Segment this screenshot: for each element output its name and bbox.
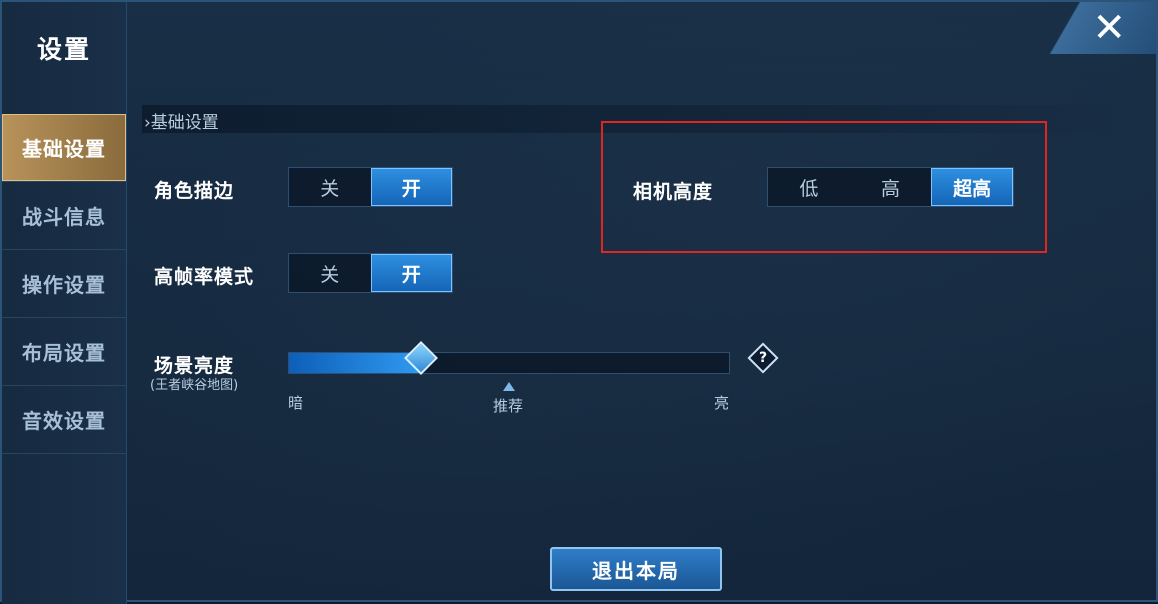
camera-height-selector: 低 高 超高: [767, 167, 1014, 207]
sidebar-item-battle-info[interactable]: 战斗信息: [2, 182, 126, 250]
brightness-slider-fill: [289, 353, 421, 373]
sidebar-item-controls[interactable]: 操作设置: [2, 250, 126, 318]
outline-toggle: 关 开: [288, 167, 453, 207]
brightness-slider[interactable]: [288, 341, 730, 375]
brightness-help-icon[interactable]: ?: [747, 342, 779, 374]
sidebar-item-sound[interactable]: 音效设置: [2, 386, 126, 454]
close-button[interactable]: ✕: [1024, 2, 1156, 54]
settings-sidebar: 设置 基础设置 战斗信息 操作设置 布局设置 音效设置: [2, 2, 127, 604]
camera-height-low-option[interactable]: 低: [768, 168, 850, 206]
high-fps-toggle: 关 开: [288, 253, 453, 293]
brightness-sublabel: (王者峡谷地图): [150, 378, 239, 393]
brightness-max-label: 亮: [714, 394, 730, 412]
close-icon: ✕: [1092, 5, 1126, 51]
high-fps-label: 高帧率模式: [154, 266, 255, 288]
sidebar-item-layout[interactable]: 布局设置: [2, 318, 126, 386]
outline-on-option[interactable]: 开: [370, 168, 452, 206]
settings-title: 设置: [36, 35, 91, 64]
recommended-marker-icon: [503, 382, 515, 391]
sidebar-item-basic[interactable]: 基础设置: [2, 114, 126, 182]
high-fps-off-option[interactable]: 关: [289, 254, 371, 292]
brightness-recommended-label: 推荐: [493, 397, 524, 415]
exit-match-button[interactable]: 退出本局: [550, 547, 722, 591]
outline-label: 角色描边: [154, 180, 235, 202]
settings-panel: 设置 基础设置 战斗信息 操作设置 布局设置 音效设置 ✕ ›基础设置 角色描边…: [0, 0, 1158, 604]
camera-height-label: 相机高度: [633, 181, 714, 203]
section-title: ›基础设置: [144, 113, 219, 133]
high-fps-on-option[interactable]: 开: [370, 254, 452, 292]
camera-height-ultra-option[interactable]: 超高: [931, 168, 1013, 206]
brightness-min-label: 暗: [288, 394, 304, 412]
question-mark-icon: ?: [758, 350, 768, 366]
camera-height-high-option[interactable]: 高: [850, 168, 932, 206]
outline-off-option[interactable]: 关: [289, 168, 371, 206]
